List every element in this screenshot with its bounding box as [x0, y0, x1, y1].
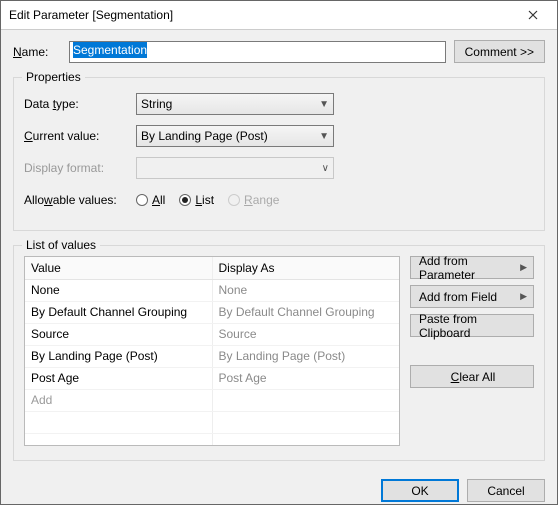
add-from-field-button[interactable]: Add from Field ▶ [410, 285, 534, 308]
add-from-field-label: Add from Field [419, 290, 497, 304]
table-row[interactable]: By Landing Page (Post)By Landing Page (P… [25, 345, 399, 367]
cancel-label: Cancel [487, 484, 524, 498]
current-value-select[interactable]: By Landing Page (Post) ▼ [136, 125, 334, 147]
table-row[interactable]: SourceSource [25, 323, 399, 345]
table-row-add[interactable]: Add [25, 389, 399, 411]
radio-icon [228, 194, 240, 206]
add-from-parameter-label: Add from Parameter [419, 254, 520, 282]
close-icon [528, 10, 538, 20]
window-title: Edit Parameter [Segmentation] [9, 8, 511, 22]
lov-button-column: Add from Parameter ▶ Add from Field ▶ Pa… [410, 256, 534, 446]
radio-range: Range [228, 193, 279, 207]
dialog-edit-parameter: Edit Parameter [Segmentation] Name: Segm… [0, 0, 558, 505]
table-row-empty [25, 411, 399, 433]
lov-cell-display[interactable]: Source [212, 323, 399, 345]
lov-header-value[interactable]: Value [25, 257, 212, 279]
ok-label: OK [411, 484, 428, 498]
titlebar: Edit Parameter [Segmentation] [1, 1, 557, 30]
radio-list-label: List [195, 193, 214, 207]
chevron-down-icon: ▼ [319, 99, 329, 110]
clear-all-label: Clear All [451, 370, 496, 384]
lov-cell-display[interactable]: By Default Channel Grouping [212, 301, 399, 323]
table-row[interactable]: NoneNone [25, 279, 399, 301]
table-row[interactable]: By Default Channel GroupingBy Default Ch… [25, 301, 399, 323]
lov-cell-value[interactable]: Post Age [25, 367, 212, 389]
lov-table[interactable]: Value Display As NoneNoneBy Default Chan… [24, 256, 400, 446]
data-type-value: String [141, 97, 172, 111]
comment-button-label: Comment >> [465, 45, 534, 59]
radio-list[interactable]: List [179, 193, 214, 207]
table-row-empty [25, 433, 399, 446]
lov-cell-value[interactable]: None [25, 279, 212, 301]
radio-all[interactable]: All [136, 193, 165, 207]
add-from-parameter-button[interactable]: Add from Parameter ▶ [410, 256, 534, 279]
lov-cell-display [212, 389, 399, 411]
triangle-right-icon: ▶ [520, 291, 527, 302]
clear-all-button[interactable]: Clear All [410, 365, 534, 388]
lov-add-cell[interactable]: Add [25, 389, 212, 411]
comment-button[interactable]: Comment >> [454, 40, 545, 63]
properties-group: Properties Data type: String ▼ Current v… [13, 77, 545, 231]
paste-from-clipboard-button[interactable]: Paste from Clipboard [410, 314, 534, 337]
radio-icon [179, 194, 191, 206]
lov-cell-display[interactable]: None [212, 279, 399, 301]
lov-cell-display[interactable]: By Landing Page (Post) [212, 345, 399, 367]
table-row[interactable]: Post AgePost Age [25, 367, 399, 389]
ok-button[interactable]: OK [381, 479, 459, 502]
data-type-label: Data type: [24, 97, 136, 111]
cancel-button[interactable]: Cancel [467, 479, 545, 502]
triangle-right-icon: ▶ [520, 262, 527, 273]
allowable-values-radios: All List Range [136, 193, 279, 207]
close-button[interactable] [511, 1, 555, 29]
lov-cell-display[interactable]: Post Age [212, 367, 399, 389]
properties-legend: Properties [22, 70, 85, 84]
radio-icon [136, 194, 148, 206]
list-of-values-group: List of values Value Display As NoneNone… [13, 245, 545, 461]
name-label: Name: [13, 45, 61, 59]
display-format-label: Display format: [24, 161, 136, 175]
lov-cell-value[interactable]: Source [25, 323, 212, 345]
chevron-down-icon: ∨ [322, 163, 329, 174]
radio-range-label: Range [244, 193, 279, 207]
current-value-value: By Landing Page (Post) [141, 129, 268, 143]
data-type-select[interactable]: String ▼ [136, 93, 334, 115]
lov-header-display[interactable]: Display As [212, 257, 399, 279]
display-format-select: ∨ [136, 157, 334, 179]
chevron-down-icon: ▼ [319, 131, 329, 142]
current-value-label: Current value: [24, 129, 136, 143]
lov-legend: List of values [22, 238, 100, 252]
lov-header-row: Value Display As [25, 257, 399, 279]
name-input[interactable]: Segmentation [69, 41, 446, 63]
paste-label: Paste from Clipboard [419, 312, 527, 340]
dialog-footer: OK Cancel [1, 471, 557, 514]
name-input-value: Segmentation [73, 42, 147, 58]
radio-all-label: All [152, 193, 165, 207]
lov-cell-value[interactable]: By Default Channel Grouping [25, 301, 212, 323]
allowable-values-label: Allowable values: [24, 193, 136, 207]
lov-cell-value[interactable]: By Landing Page (Post) [25, 345, 212, 367]
